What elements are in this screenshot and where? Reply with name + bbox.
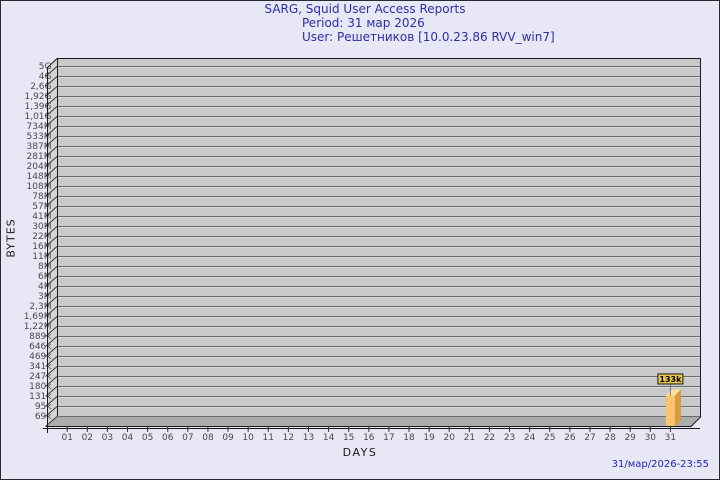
bar — [666, 395, 675, 426]
y-tick-label: 4G — [39, 72, 52, 82]
report-timestamp: 31/мар/2026-23:55 — [612, 459, 709, 470]
x-tick-label: 29 — [624, 433, 636, 443]
y-tick-label: 57M — [32, 202, 51, 212]
x-axis-title: DAYS — [330, 446, 390, 459]
y-tick-label: 247k — [29, 372, 52, 382]
x-tick-label: 12 — [283, 433, 294, 443]
y-tick-label: 16M — [32, 242, 51, 252]
y-tick-label: 69k — [35, 412, 52, 422]
y-tick-label: 11M — [32, 252, 51, 262]
x-tick-label: 20 — [444, 433, 456, 443]
x-tick-label: 03 — [102, 433, 113, 443]
x-tick-label: 09 — [222, 433, 234, 443]
y-tick-label: 41M — [32, 212, 51, 222]
x-tick-label: 26 — [564, 433, 576, 443]
x-tick-label: 04 — [122, 433, 134, 443]
bar-side-face — [675, 389, 681, 426]
x-tick-label: 24 — [524, 433, 536, 443]
x-tick-label: 02 — [82, 433, 93, 443]
chart-floor — [47, 416, 701, 426]
y-tick-label: 2,6G — [30, 82, 51, 92]
bar-value-label: 133k — [659, 375, 682, 384]
x-tick-label: 05 — [142, 433, 153, 443]
x-tick-label: 23 — [504, 433, 515, 443]
x-tick-label: 18 — [403, 433, 415, 443]
sarg-report-page: SARG, Squid User Access Reports Period: … — [0, 0, 720, 480]
y-tick-label: 22M — [32, 232, 51, 242]
y-tick-label: 6M — [38, 272, 52, 282]
y-tick-label: 78M — [32, 192, 51, 202]
x-tick-label: 13 — [303, 433, 314, 443]
access-bar-chart: 5G4G2,6G1,92G1,39G1,01G734M533M387M281M2… — [0, 0, 720, 480]
x-tick-label: 06 — [162, 433, 174, 443]
x-tick-label: 15 — [343, 433, 354, 443]
y-tick-label: 889k — [29, 332, 52, 342]
y-tick-label: 95k — [35, 402, 52, 412]
x-tick-label: 01 — [61, 433, 72, 443]
y-tick-label: 469k — [29, 352, 52, 362]
y-tick-label: 8M — [38, 262, 52, 272]
x-tick-label: 30 — [645, 433, 657, 443]
x-tick-label: 08 — [202, 433, 214, 443]
y-tick-label: 4M — [38, 282, 52, 292]
y-tick-label: 3M — [38, 292, 52, 302]
x-tick-label: 27 — [584, 433, 595, 443]
y-tick-label: 30M — [32, 222, 51, 232]
y-tick-label: 646k — [29, 342, 52, 352]
x-tick-label: 16 — [363, 433, 375, 443]
x-tick-label: 07 — [182, 433, 193, 443]
y-tick-label: 341k — [29, 362, 52, 372]
y-tick-label: 180k — [29, 382, 52, 392]
y-tick-label: 131k — [29, 392, 52, 402]
x-tick-label: 21 — [464, 433, 475, 443]
x-tick-label: 25 — [544, 433, 555, 443]
x-tick-label: 17 — [383, 433, 394, 443]
y-tick-label: 2,3M — [29, 302, 51, 312]
x-tick-label: 31 — [665, 433, 676, 443]
y-tick-label: 5G — [39, 62, 52, 72]
y-axis-title: BYTES — [5, 218, 18, 257]
x-tick-label: 19 — [423, 433, 435, 443]
x-tick-label: 11 — [263, 433, 274, 443]
x-tick-label: 22 — [484, 433, 495, 443]
x-tick-label: 14 — [323, 433, 335, 443]
x-tick-label: 28 — [604, 433, 616, 443]
x-tick-label: 10 — [242, 433, 254, 443]
